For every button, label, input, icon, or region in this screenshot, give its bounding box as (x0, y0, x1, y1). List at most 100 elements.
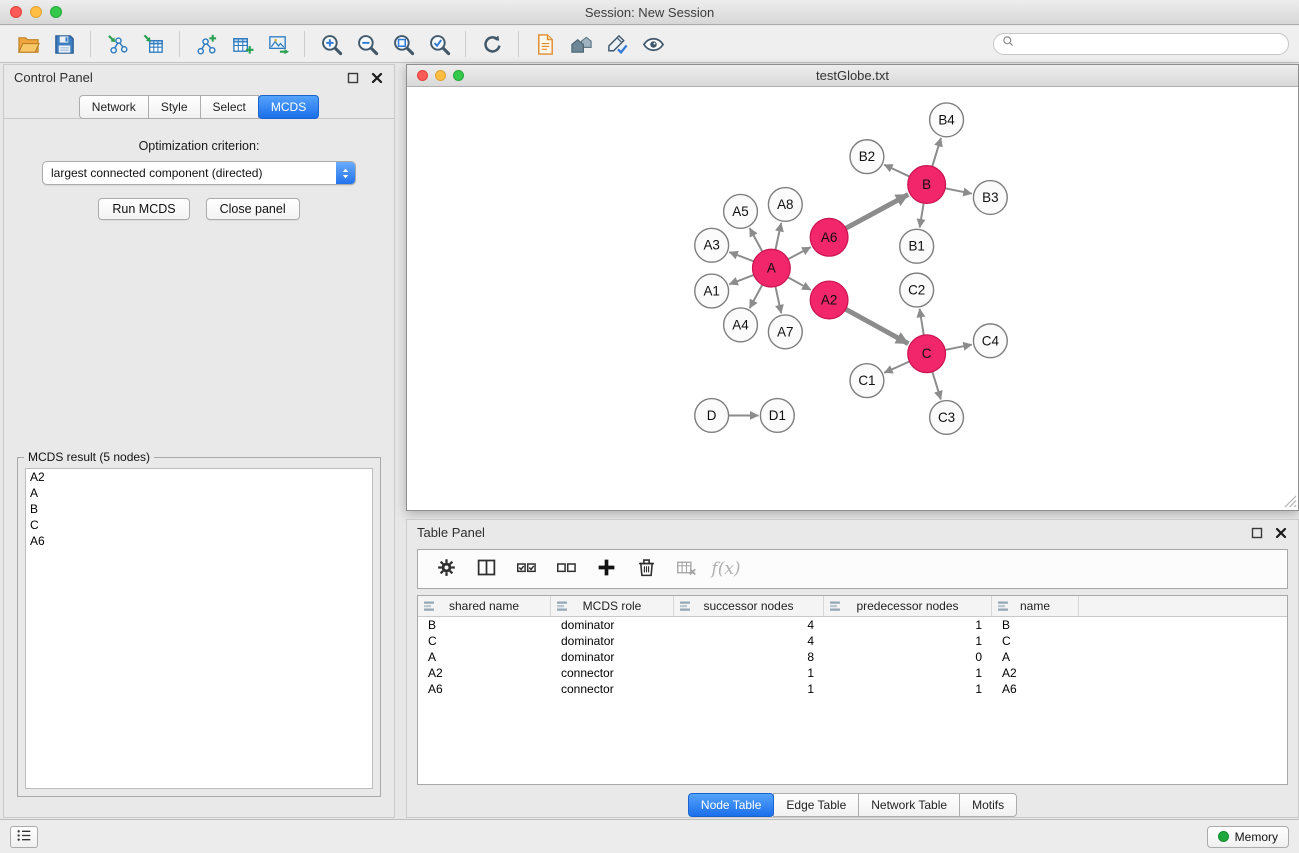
resize-grip-icon[interactable] (1284, 495, 1297, 508)
tab-node-table[interactable]: Node Table (688, 793, 775, 817)
tab-edge-table[interactable]: Edge Table (773, 793, 859, 817)
zoom-fit-content-button[interactable] (385, 29, 421, 59)
graph-edge-A-A1[interactable] (729, 275, 753, 284)
graph-edge-B-B1[interactable] (920, 203, 924, 227)
graph-node-C1[interactable]: C1 (850, 364, 884, 398)
graph-edge-A-A3[interactable] (729, 252, 753, 261)
mcds-result-item[interactable]: B (26, 501, 372, 517)
column-header-predecessor-nodes[interactable]: predecessor nodes (824, 596, 992, 616)
mcds-result-item[interactable]: A6 (26, 533, 372, 549)
graph-edge-A2-C[interactable] (846, 309, 909, 344)
open-session-button[interactable] (10, 29, 46, 59)
graph-node-A5[interactable]: A5 (724, 194, 758, 228)
graph-node-C[interactable]: C (908, 335, 946, 373)
graph-node-A[interactable]: A (752, 249, 790, 287)
criterion-dropdown[interactable]: largest connected component (directed) (42, 161, 356, 185)
float-panel-icon[interactable] (346, 71, 360, 85)
network-close-button[interactable] (417, 70, 428, 81)
new-network-button[interactable] (188, 29, 224, 59)
deselect-all-rows-button[interactable] (548, 553, 584, 585)
apply-style-button[interactable] (599, 29, 635, 59)
tab-mcds[interactable]: MCDS (258, 95, 319, 119)
open-document-button[interactable] (527, 29, 563, 59)
graph-edge-C-C4[interactable] (945, 345, 972, 350)
tab-motifs[interactable]: Motifs (959, 793, 1017, 817)
delete-columns-button[interactable] (628, 553, 664, 585)
apply-layout-button[interactable] (474, 29, 510, 59)
graph-edge-B-B3[interactable] (945, 188, 972, 193)
graph-edge-A-A2[interactable] (788, 277, 811, 290)
zoom-selected-button[interactable] (421, 29, 457, 59)
graph-node-C2[interactable]: C2 (900, 273, 934, 307)
memory-button[interactable]: Memory (1207, 826, 1289, 848)
create-new-column-button[interactable] (588, 553, 624, 585)
tab-network-table[interactable]: Network Table (858, 793, 960, 817)
show-panels-menu-button[interactable] (10, 826, 38, 848)
column-header-shared-name[interactable]: shared name (418, 596, 551, 616)
home-button[interactable] (563, 29, 599, 59)
column-header-successor-nodes[interactable]: successor nodes (674, 596, 824, 616)
graph-node-A1[interactable]: A1 (695, 274, 729, 308)
tab-select[interactable]: Select (200, 95, 259, 119)
graph-node-C3[interactable]: C3 (930, 401, 964, 435)
graph-edge-A6-B[interactable] (846, 194, 909, 228)
network-minimize-button[interactable] (435, 70, 446, 81)
graph-node-A3[interactable]: A3 (695, 228, 729, 262)
search-box[interactable] (993, 33, 1289, 55)
graph-edge-A-A7[interactable] (775, 287, 781, 314)
graph-node-A2[interactable]: A2 (810, 281, 848, 319)
table-row[interactable]: A6connector11A6 (418, 681, 1287, 697)
mcds-result-item[interactable]: A (26, 485, 372, 501)
graph-node-A6[interactable]: A6 (810, 218, 848, 256)
graph-edge-C-C3[interactable] (932, 372, 941, 400)
network-window-titlebar[interactable]: testGlobe.txt (407, 65, 1298, 87)
close-panel-button[interactable]: Close panel (206, 198, 300, 220)
graph-node-B[interactable]: B (908, 166, 946, 204)
import-table-from-file-button[interactable] (135, 29, 171, 59)
show-column-panel-button[interactable] (468, 553, 504, 585)
close-panel-icon[interactable] (1274, 526, 1288, 540)
graph-edge-A-A8[interactable] (775, 223, 781, 250)
network-canvas[interactable]: B4B2BB3A5A8A6B1A3AC2A1A2A4A7CC4C1C3DD1 (407, 87, 1298, 509)
graph-edge-B-B2[interactable] (884, 165, 909, 177)
tab-network[interactable]: Network (79, 95, 149, 119)
show-graphics-details-button[interactable] (635, 29, 671, 59)
graph-node-B3[interactable]: B3 (973, 181, 1007, 215)
tab-style[interactable]: Style (148, 95, 201, 119)
graph-node-B1[interactable]: B1 (900, 229, 934, 263)
mcds-result-list[interactable]: A2ABCA6 (25, 468, 373, 789)
zoom-window-button[interactable] (50, 6, 62, 18)
select-all-rows-button[interactable] (508, 553, 544, 585)
graph-edge-A-A6[interactable] (788, 247, 811, 259)
graph-node-B2[interactable]: B2 (850, 140, 884, 174)
close-window-button[interactable] (10, 6, 22, 18)
column-header-name[interactable]: name (992, 596, 1079, 616)
export-image-button[interactable] (260, 29, 296, 59)
mcds-result-item[interactable]: A2 (26, 469, 372, 485)
table-row[interactable]: A2connector11A2 (418, 665, 1287, 681)
graph-edge-C-C1[interactable] (884, 361, 909, 372)
table-settings-button[interactable] (428, 553, 464, 585)
save-session-button[interactable] (46, 29, 82, 59)
graph-edge-A-A4[interactable] (750, 285, 763, 308)
table-row[interactable]: Adominator80A (418, 649, 1287, 665)
graph-node-A4[interactable]: A4 (724, 308, 758, 342)
table-row[interactable]: Bdominator41B (418, 617, 1287, 633)
graph-node-A8[interactable]: A8 (768, 188, 802, 222)
export-table-button[interactable] (224, 29, 260, 59)
graph-node-A7[interactable]: A7 (768, 315, 802, 349)
graph-edge-B-B4[interactable] (932, 138, 941, 166)
import-network-from-file-button[interactable] (99, 29, 135, 59)
column-header-mcds-role[interactable]: MCDS role (551, 596, 674, 616)
graph-node-B4[interactable]: B4 (930, 103, 964, 137)
graph-node-C4[interactable]: C4 (973, 324, 1007, 358)
table-row[interactable]: Cdominator41C (418, 633, 1287, 649)
graph-node-D[interactable]: D (695, 399, 729, 433)
close-panel-icon[interactable] (370, 71, 384, 85)
graph-edge-C-C2[interactable] (920, 309, 924, 335)
network-graph[interactable]: B4B2BB3A5A8A6B1A3AC2A1A2A4A7CC4C1C3DD1 (407, 87, 1298, 509)
search-input[interactable] (1020, 37, 1280, 51)
zoom-out-button[interactable] (349, 29, 385, 59)
mcds-result-item[interactable]: C (26, 517, 372, 533)
graph-edge-A-A5[interactable] (750, 228, 763, 251)
